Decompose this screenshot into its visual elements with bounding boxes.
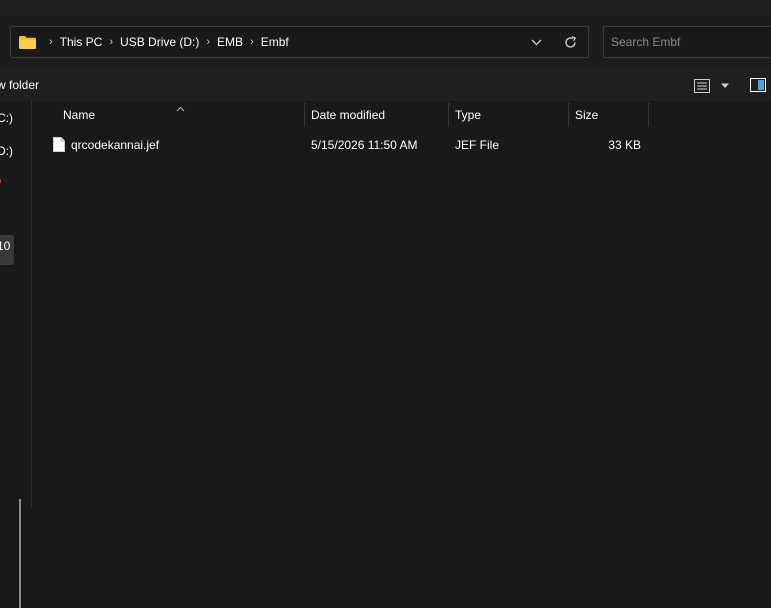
preview-pane-button[interactable]: [750, 78, 766, 92]
breadcrumb-usb-drive[interactable]: USB Drive (D:): [120, 35, 199, 49]
file-size: 33 KB: [608, 138, 641, 152]
navigation-pane[interactable]: C:) D:) 10: [0, 101, 31, 608]
breadcrumb-separator-icon[interactable]: ›: [250, 36, 254, 48]
column-header-type[interactable]: Type: [449, 101, 568, 127]
breadcrumb-this-pc[interactable]: This PC: [60, 35, 103, 49]
column-header-date-modified[interactable]: Date modified: [305, 101, 448, 127]
nav-scrollbar[interactable]: [19, 499, 21, 608]
breadcrumb-embf[interactable]: Embf: [261, 35, 289, 49]
column-separator[interactable]: [648, 103, 649, 127]
breadcrumb-emb[interactable]: EMB: [217, 35, 243, 49]
view-options-button[interactable]: [694, 77, 730, 95]
address-bar[interactable]: › This PC › USB Drive (D:) › EMB › Embf: [10, 26, 589, 58]
nav-item-d-drive[interactable]: D:): [0, 144, 13, 158]
refresh-button[interactable]: [558, 30, 582, 54]
refresh-icon: [564, 35, 576, 48]
column-header-size[interactable]: Size: [569, 101, 648, 127]
file-name[interactable]: qrcodekannai.jef: [71, 133, 159, 157]
breadcrumb-separator-icon[interactable]: ›: [109, 36, 113, 48]
search-box[interactable]: [603, 26, 771, 58]
caret-down-icon: [721, 83, 729, 88]
pane-divider[interactable]: [31, 101, 32, 507]
nav-item-c-drive[interactable]: C:): [0, 111, 13, 125]
breadcrumb-separator-icon[interactable]: ›: [206, 36, 210, 48]
command-bar: w folder: [0, 69, 771, 101]
new-folder-button[interactable]: w folder: [0, 78, 39, 92]
column-header-name[interactable]: Name: [57, 101, 304, 127]
preview-pane-icon: [750, 78, 766, 92]
file-date-modified: 5/15/2026 11:50 AM: [311, 138, 418, 152]
file-type: JEF File: [455, 138, 500, 152]
file-icon: [53, 137, 65, 152]
folder-icon: [19, 35, 36, 49]
nav-marker-icon: [0, 179, 1, 183]
column-header-row: Name Date modified Type Size: [32, 101, 771, 129]
nav-item-10[interactable]: 10: [0, 239, 10, 253]
window-top-strip: [0, 0, 771, 17]
address-row: › This PC › USB Drive (D:) › EMB › Embf: [0, 17, 771, 69]
breadcrumb-separator-icon: ›: [49, 36, 53, 48]
file-row[interactable]: qrcodekannai.jef 5/15/2026 11:50 AM JEF …: [32, 133, 771, 157]
details-view-icon: [694, 79, 710, 93]
chevron-down-icon: [531, 39, 541, 45]
search-input[interactable]: [604, 27, 771, 57]
address-history-button[interactable]: [524, 30, 548, 54]
